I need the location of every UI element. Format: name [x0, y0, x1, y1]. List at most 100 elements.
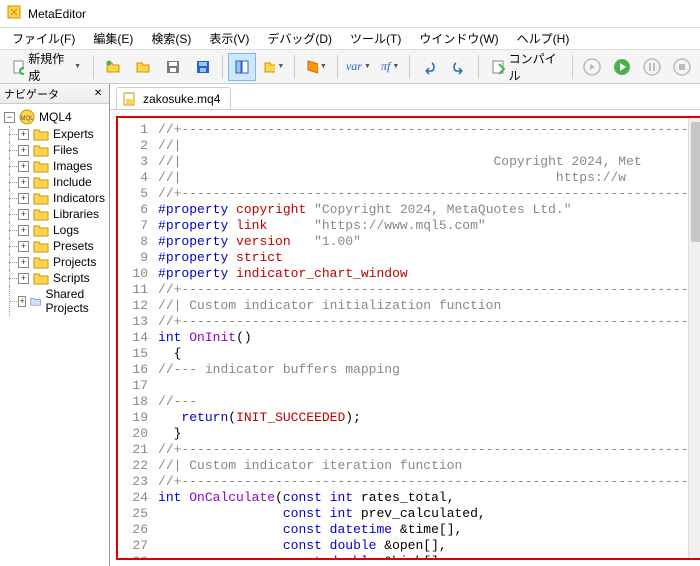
expand-icon[interactable]: +: [18, 177, 29, 188]
redo-button[interactable]: [445, 53, 473, 81]
close-icon[interactable]: ✕: [91, 87, 105, 101]
fx-icon: πf: [381, 59, 390, 74]
folder-icon: [135, 59, 151, 75]
chevron-down-icon: ▼: [74, 63, 81, 70]
tree-item-experts[interactable]: + Experts: [0, 126, 109, 142]
tab-label: zakosuke.mq4: [143, 92, 220, 106]
tree-item-indicators[interactable]: + Indicators: [0, 190, 109, 206]
toolbar-separator: [409, 55, 410, 79]
toolbar-separator: [478, 55, 479, 79]
step-button[interactable]: [578, 53, 606, 81]
tree-item-scripts[interactable]: +Scripts: [0, 270, 109, 286]
fx-button[interactable]: πf▼: [376, 53, 404, 81]
undo-button[interactable]: [415, 53, 443, 81]
tree-item-label: Files: [53, 143, 78, 157]
code-content[interactable]: //+-------------------------------------…: [154, 118, 700, 558]
tree-item-label: Logs: [53, 223, 79, 237]
play-icon: [613, 58, 631, 76]
code-editor[interactable]: 1234567891011121314151617181920212223242…: [116, 116, 700, 560]
title-bar: MetaEditor: [0, 0, 700, 28]
expand-icon[interactable]: +: [18, 145, 29, 156]
tree-item-label: Indicators: [53, 191, 105, 205]
folder-icon: [33, 127, 49, 141]
stop-button[interactable]: [668, 53, 696, 81]
folder-icon: [263, 59, 276, 75]
vertical-scrollbar[interactable]: [688, 118, 700, 558]
tree-item-files[interactable]: + Files: [0, 142, 109, 158]
tree-item-shared-projects[interactable]: +Shared Projects: [0, 286, 109, 316]
run-button[interactable]: [608, 53, 636, 81]
menu-view[interactable]: 表示(V): [201, 28, 257, 49]
menu-tools[interactable]: ツール(T): [342, 28, 409, 49]
tree-item-include[interactable]: + Include: [0, 174, 109, 190]
folder-icon: [33, 143, 49, 157]
save-all-button[interactable]: [189, 53, 217, 81]
menu-file[interactable]: ファイル(F): [4, 28, 83, 49]
layout-button[interactable]: [228, 53, 256, 81]
app-icon: [6, 4, 22, 23]
open-icon: [105, 59, 121, 75]
tree-item-label: Images: [53, 159, 92, 173]
svg-text:MQL: MQL: [20, 116, 34, 122]
compile-button[interactable]: コンパイル: [484, 53, 567, 81]
open-folder-button[interactable]: [129, 53, 157, 81]
expand-icon[interactable]: +: [18, 209, 29, 220]
folder-icon: [33, 191, 49, 205]
navigator-tree[interactable]: − MQL MQL4 + Experts + Files + Images + Include…: [0, 104, 109, 566]
undo-icon: [421, 59, 437, 75]
open-button[interactable]: [99, 53, 127, 81]
folder-icon: [33, 255, 49, 269]
expand-icon[interactable]: +: [18, 193, 29, 204]
tree-item-logs[interactable]: + Logs: [0, 222, 109, 238]
chevron-down-icon: ▼: [392, 63, 399, 70]
folder-icon: [33, 271, 49, 285]
new-file-button[interactable]: 新規作成 ▼: [4, 53, 88, 81]
menu-help[interactable]: ヘルプ(H): [509, 28, 578, 49]
menu-search[interactable]: 検索(S): [143, 28, 199, 49]
tree-item-label: Experts: [53, 127, 94, 141]
var-button[interactable]: var▼: [343, 53, 375, 81]
expand-icon[interactable]: +: [18, 161, 29, 172]
menu-edit[interactable]: 編集(E): [85, 28, 141, 49]
expand-icon[interactable]: +: [18, 296, 26, 307]
mq4-file-icon: [123, 92, 137, 106]
expand-icon[interactable]: +: [18, 257, 29, 268]
expand-icon[interactable]: +: [18, 129, 29, 140]
toolbar: 新規作成 ▼ ▼ ▼ var▼ πf▼ コンパイル: [0, 50, 700, 84]
collapse-icon[interactable]: −: [4, 112, 15, 123]
toolbar-separator: [294, 55, 295, 79]
folder-icon: [33, 239, 49, 253]
toolbar-separator: [337, 55, 338, 79]
pause-button[interactable]: [638, 53, 666, 81]
menu-bar: ファイル(F) 編集(E) 検索(S) 表示(V) デバッグ(D) ツール(T)…: [0, 28, 700, 50]
pause-icon: [643, 58, 661, 76]
menu-window[interactable]: ウインドウ(W): [411, 28, 506, 49]
chevron-down-icon: ▼: [277, 63, 284, 70]
tree-item-libraries[interactable]: + Libraries: [0, 206, 109, 222]
tab-zakosuke[interactable]: zakosuke.mq4: [116, 87, 231, 109]
tree-root-label: MQL4: [39, 110, 72, 124]
book-button[interactable]: ▼: [300, 53, 332, 81]
scroll-thumb[interactable]: [691, 122, 700, 242]
line-gutter: 1234567891011121314151617181920212223242…: [118, 118, 154, 558]
tree-item-label: Presets: [53, 239, 94, 253]
tree-item-presets[interactable]: + Presets: [0, 238, 109, 254]
folder-dropdown-button[interactable]: ▼: [258, 53, 290, 81]
toolbar-separator: [93, 55, 94, 79]
tree-item-label: Libraries: [53, 207, 99, 221]
expand-icon[interactable]: +: [18, 273, 29, 284]
new-file-icon: [11, 59, 24, 75]
folder-icon: [33, 175, 49, 189]
expand-icon[interactable]: +: [18, 225, 29, 236]
menu-debug[interactable]: デバッグ(D): [259, 28, 340, 49]
expand-icon[interactable]: +: [18, 241, 29, 252]
save-all-icon: [195, 59, 211, 75]
tree-item-images[interactable]: + Images: [0, 158, 109, 174]
tree-item-projects[interactable]: +Projects: [0, 254, 109, 270]
tree-root-mql4[interactable]: − MQL MQL4: [0, 108, 109, 126]
book-icon: [305, 59, 318, 75]
save-button[interactable]: [159, 53, 187, 81]
tree-item-label: Include: [53, 175, 92, 189]
stop-icon: [673, 58, 691, 76]
toolbar-separator: [572, 55, 573, 79]
